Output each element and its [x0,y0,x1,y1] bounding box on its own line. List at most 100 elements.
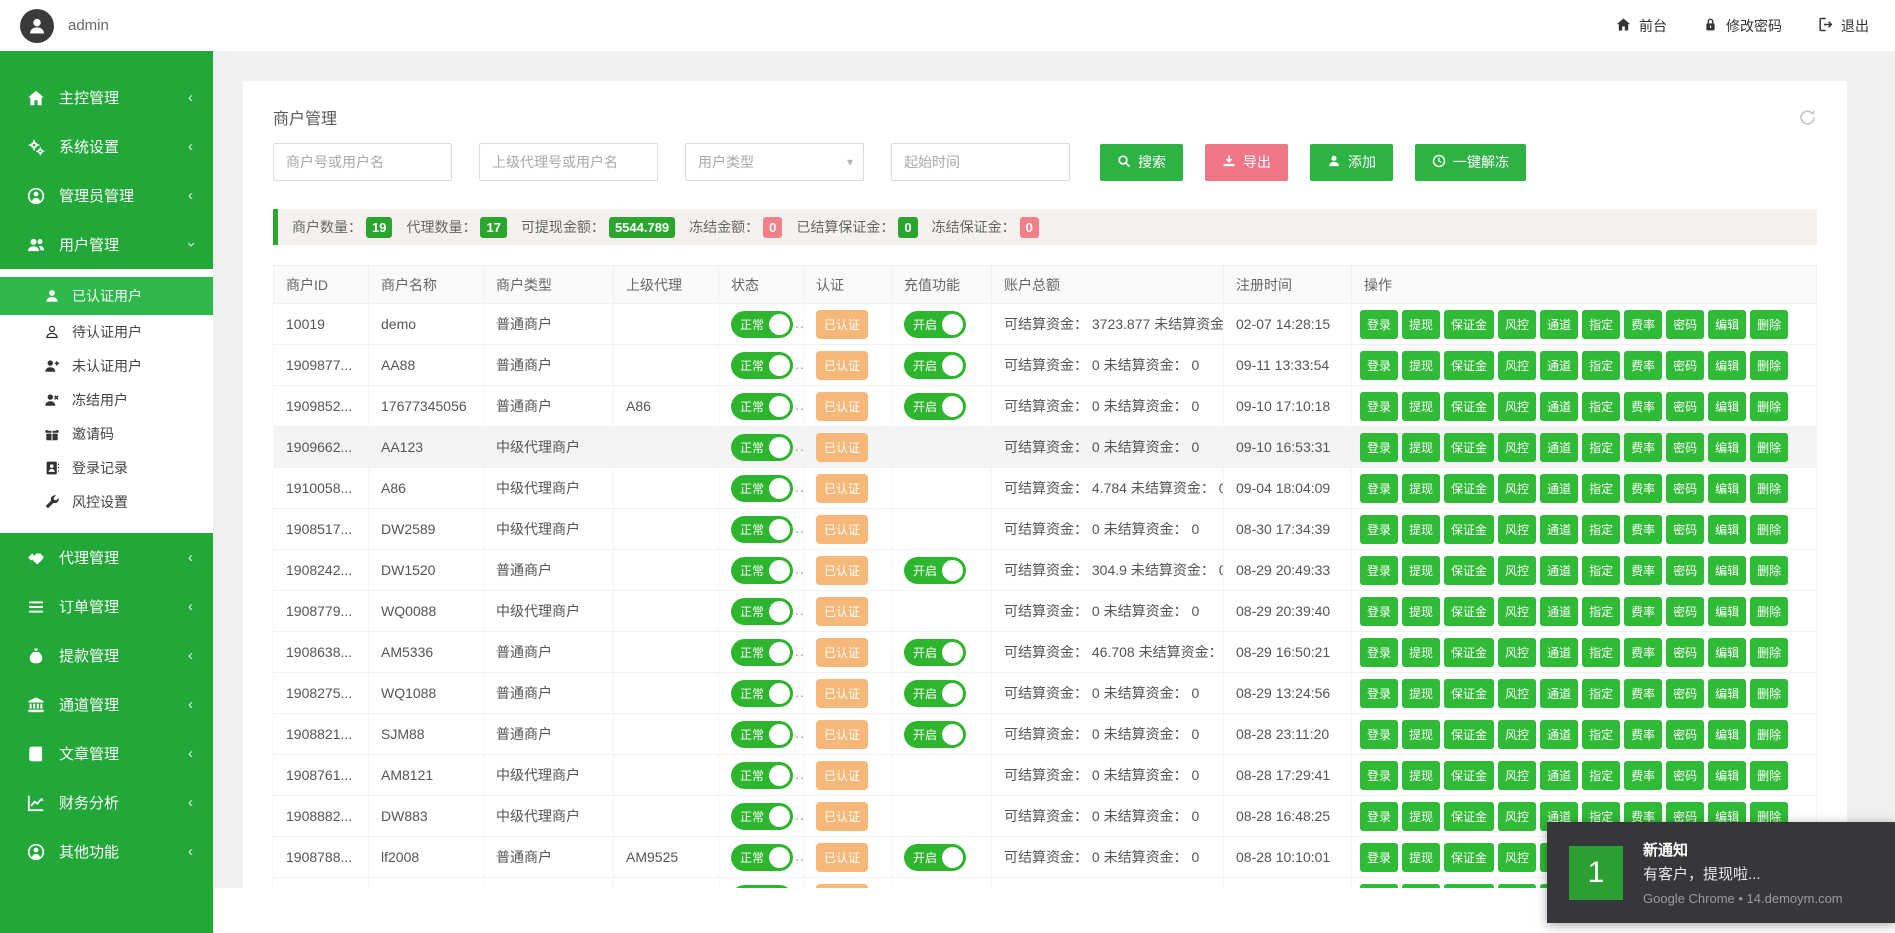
action-button-withdraw[interactable]: 提现 [1402,884,1440,889]
action-button-channel[interactable]: 通道 [1540,392,1578,421]
action-button-login[interactable]: 登录 [1360,474,1398,503]
action-button-delete[interactable]: 删除 [1750,638,1788,667]
sidebar-item-login-log[interactable]: 登录记录 [0,451,213,485]
sidebar-item-withdrawals[interactable]: 提款管理‹ [0,631,213,680]
action-button-margin[interactable]: 保证金 [1444,638,1494,667]
action-button-password[interactable]: 密码 [1666,761,1704,790]
action-button-risk[interactable]: 风控 [1498,433,1536,462]
status-toggle[interactable]: 正常 [731,680,793,707]
action-button-withdraw[interactable]: 提现 [1402,802,1440,831]
action-button-edit[interactable]: 编辑 [1708,310,1746,339]
action-button-margin[interactable]: 保证金 [1444,351,1494,380]
action-button-delete[interactable]: 删除 [1750,474,1788,503]
action-button-rate[interactable]: 费率 [1624,392,1662,421]
sidebar-item-pending-users[interactable]: 待认证用户 [0,315,213,349]
action-button-rate[interactable]: 费率 [1624,351,1662,380]
avatar[interactable] [20,9,54,43]
action-button-channel[interactable]: 通道 [1540,474,1578,503]
sidebar-item-admins[interactable]: 管理员管理‹ [0,171,213,220]
action-button-edit[interactable]: 编辑 [1708,515,1746,544]
action-button-delete[interactable]: 删除 [1750,761,1788,790]
status-toggle[interactable]: 正常 [731,598,793,625]
action-button-channel[interactable]: 通道 [1540,310,1578,339]
action-button-password[interactable]: 密码 [1666,556,1704,585]
action-button-channel[interactable]: 通道 [1540,597,1578,626]
action-button-login[interactable]: 登录 [1360,310,1398,339]
sidebar-item-users[interactable]: 用户管理‹ [0,220,213,269]
sidebar-item-verified-users[interactable]: 已认证用户 [0,277,213,315]
action-button-delete[interactable]: 删除 [1750,556,1788,585]
search-button[interactable]: 搜索 [1100,144,1183,181]
action-button-risk[interactable]: 风控 [1498,884,1536,889]
sidebar-item-articles[interactable]: 文章管理‹ [0,729,213,778]
nav-change-password[interactable]: 修改密码 [1703,16,1782,36]
sidebar-item-frozen-users[interactable]: 冻结用户 [0,383,213,417]
action-button-rate[interactable]: 费率 [1624,515,1662,544]
action-button-margin[interactable]: 保证金 [1444,802,1494,831]
action-button-rate[interactable]: 费率 [1624,433,1662,462]
recharge-toggle[interactable]: 开启 [904,352,966,379]
action-button-margin[interactable]: 保证金 [1444,720,1494,749]
action-button-withdraw[interactable]: 提现 [1402,556,1440,585]
recharge-toggle[interactable]: 开启 [904,721,966,748]
action-button-risk[interactable]: 风控 [1498,392,1536,421]
action-button-edit[interactable]: 编辑 [1708,556,1746,585]
action-button-edit[interactable]: 编辑 [1708,679,1746,708]
action-button-login[interactable]: 登录 [1360,515,1398,544]
action-button-margin[interactable]: 保证金 [1444,310,1494,339]
action-button-assign[interactable]: 指定 [1582,310,1620,339]
action-button-edit[interactable]: 编辑 [1708,433,1746,462]
action-button-login[interactable]: 登录 [1360,392,1398,421]
recharge-toggle[interactable]: 开启 [904,680,966,707]
action-button-withdraw[interactable]: 提现 [1402,679,1440,708]
action-button-assign[interactable]: 指定 [1582,761,1620,790]
recharge-toggle[interactable]: 开启 [904,393,966,420]
action-button-password[interactable]: 密码 [1666,310,1704,339]
action-button-delete[interactable]: 删除 [1750,597,1788,626]
action-button-rate[interactable]: 费率 [1624,474,1662,503]
action-button-margin[interactable]: 保证金 [1444,515,1494,544]
action-button-login[interactable]: 登录 [1360,351,1398,380]
action-button-withdraw[interactable]: 提现 [1402,351,1440,380]
action-button-delete[interactable]: 删除 [1750,720,1788,749]
action-button-edit[interactable]: 编辑 [1708,638,1746,667]
sidebar-item-other[interactable]: 其他功能‹ [0,827,213,876]
user-type-select[interactable]: 用户类型 ▾ [685,143,864,181]
status-toggle[interactable]: 正常 [731,639,793,666]
action-button-risk[interactable]: 风控 [1498,638,1536,667]
sidebar-item-unverified-users[interactable]: 未认证用户 [0,349,213,383]
recharge-toggle[interactable]: 开启 [904,557,966,584]
action-button-assign[interactable]: 指定 [1582,433,1620,462]
action-button-rate[interactable]: 费率 [1624,597,1662,626]
action-button-channel[interactable]: 通道 [1540,515,1578,544]
sidebar-item-system[interactable]: 系统设置‹ [0,122,213,171]
action-button-login[interactable]: 登录 [1360,802,1398,831]
action-button-risk[interactable]: 风控 [1498,556,1536,585]
start-time-input[interactable] [891,143,1070,181]
action-button-login[interactable]: 登录 [1360,597,1398,626]
action-button-edit[interactable]: 编辑 [1708,392,1746,421]
action-button-password[interactable]: 密码 [1666,638,1704,667]
action-button-assign[interactable]: 指定 [1582,720,1620,749]
sidebar-item-orders[interactable]: 订单管理‹ [0,582,213,631]
action-button-channel[interactable]: 通道 [1540,679,1578,708]
action-button-margin[interactable]: 保证金 [1444,843,1494,872]
merchant-search-input[interactable] [273,143,452,181]
status-toggle[interactable]: 正常 [731,311,793,338]
action-button-risk[interactable]: 风控 [1498,597,1536,626]
action-button-assign[interactable]: 指定 [1582,638,1620,667]
action-button-password[interactable]: 密码 [1666,351,1704,380]
action-button-delete[interactable]: 删除 [1750,515,1788,544]
action-button-withdraw[interactable]: 提现 [1402,310,1440,339]
action-button-login[interactable]: 登录 [1360,720,1398,749]
action-button-edit[interactable]: 编辑 [1708,351,1746,380]
action-button-withdraw[interactable]: 提现 [1402,474,1440,503]
action-button-assign[interactable]: 指定 [1582,556,1620,585]
action-button-channel[interactable]: 通道 [1540,720,1578,749]
action-button-login[interactable]: 登录 [1360,556,1398,585]
action-button-password[interactable]: 密码 [1666,433,1704,462]
action-button-rate[interactable]: 费率 [1624,638,1662,667]
action-button-withdraw[interactable]: 提现 [1402,843,1440,872]
action-button-margin[interactable]: 保证金 [1444,474,1494,503]
notification-toast[interactable]: 1 新通知 有客户，提现啦... Google Chrome • 14.demo… [1547,822,1895,923]
